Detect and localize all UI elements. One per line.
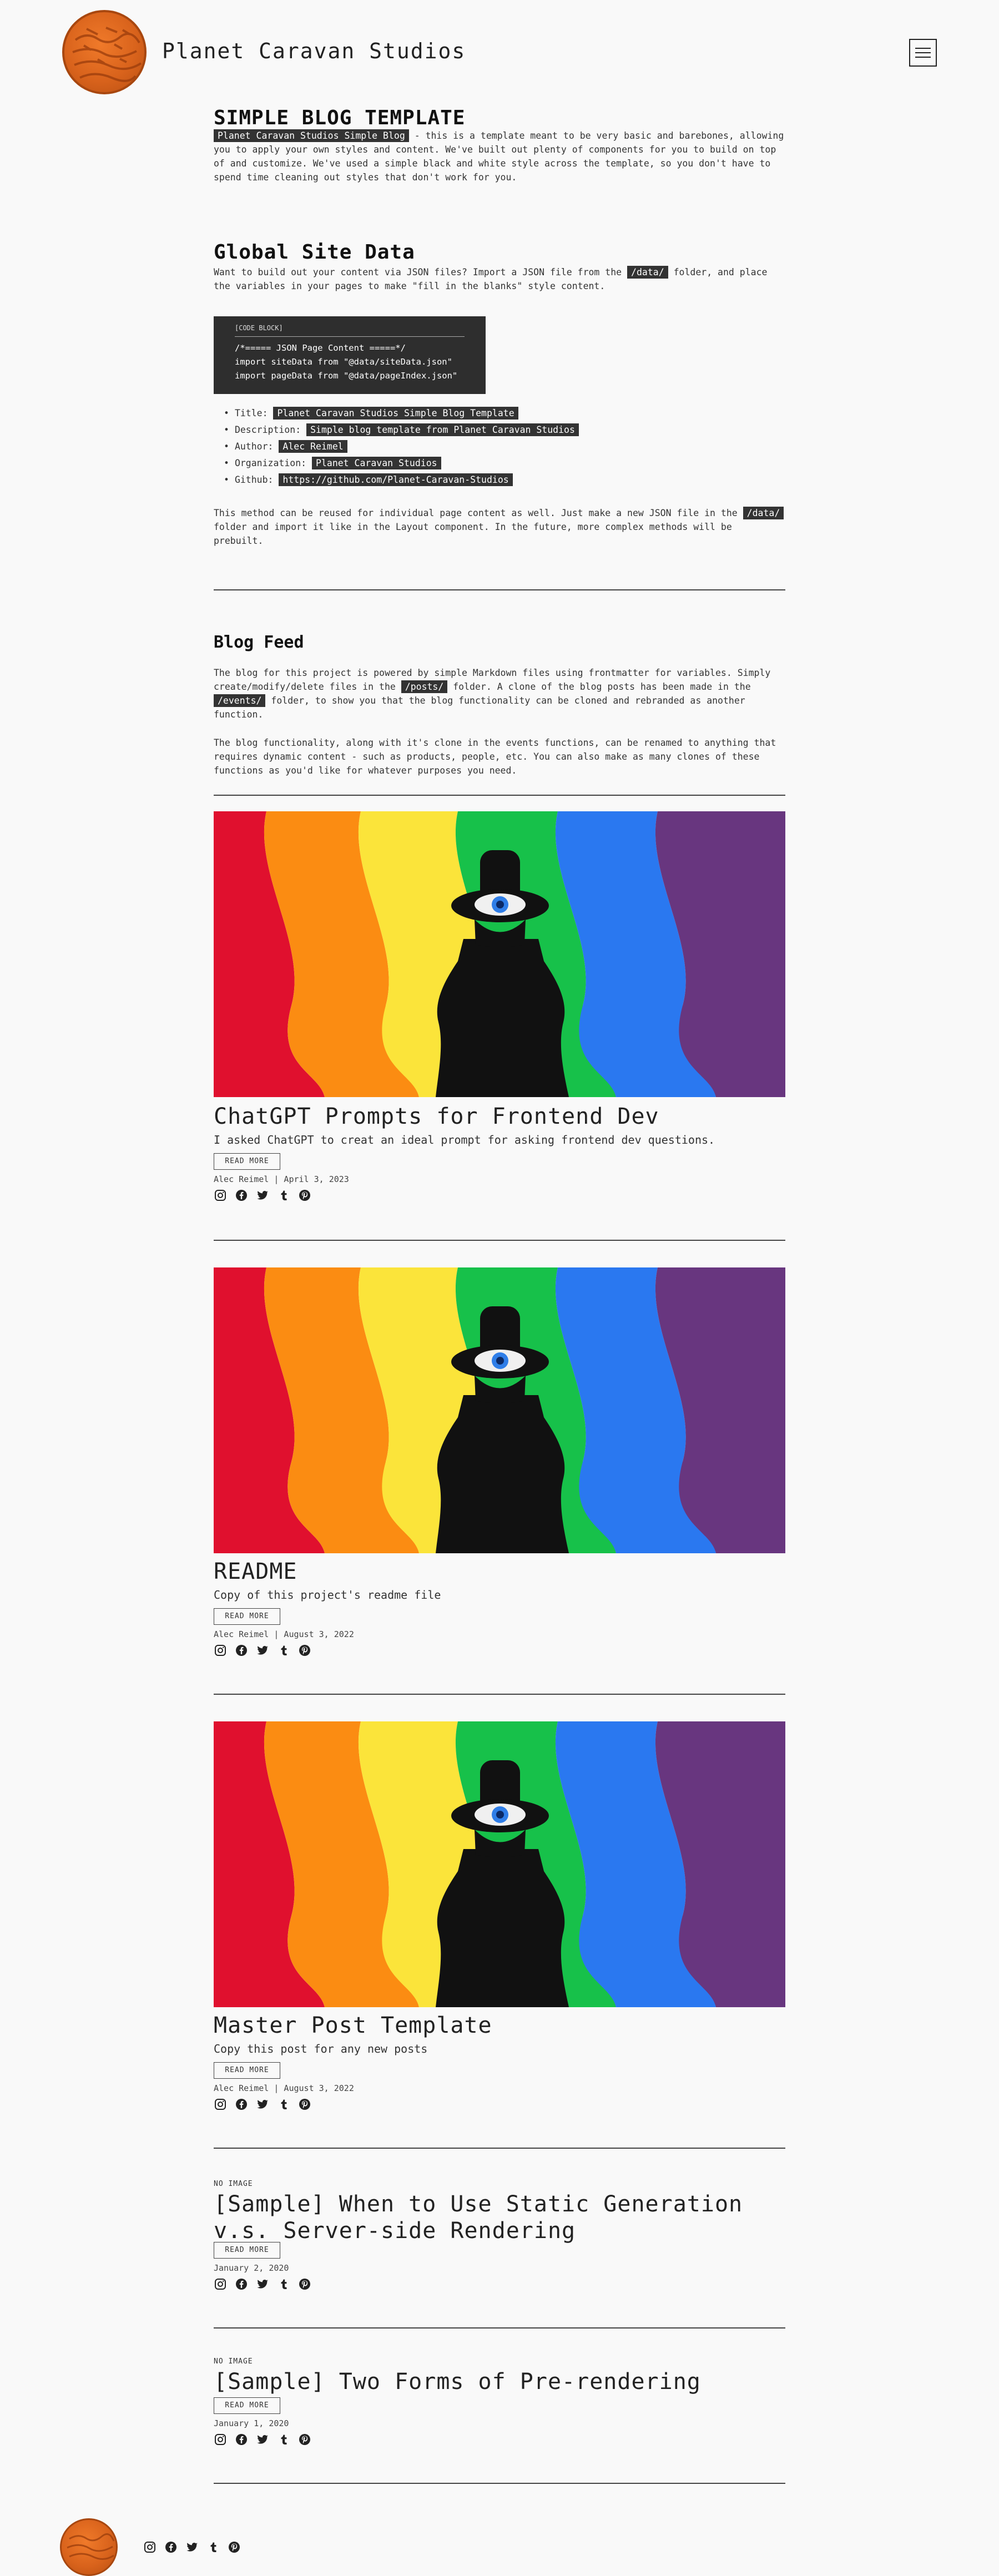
tumblr-icon[interactable] xyxy=(277,2098,290,2111)
post-title[interactable]: [Sample] Two Forms of Pre-rendering xyxy=(214,2368,701,2395)
pinterest-icon[interactable] xyxy=(228,2540,241,2554)
tumblr-icon[interactable] xyxy=(277,2277,290,2291)
post-meta: January 2, 2020 xyxy=(214,2263,289,2273)
divider xyxy=(214,589,785,590)
blog-feed-title: Blog Feed xyxy=(214,633,304,652)
tumblr-icon[interactable] xyxy=(277,1644,290,1657)
post-meta: Alec Reimel | April 3, 2023 xyxy=(214,1174,349,1184)
post-image[interactable] xyxy=(214,1267,785,1553)
blog-feed-paragraph-1: The blog for this project is powered by … xyxy=(214,668,771,720)
code-line: /*===== JSON Page Content =====*/ xyxy=(235,343,406,353)
code-block: [CODE BLOCK] /*===== JSON Page Content =… xyxy=(214,316,486,394)
divider xyxy=(214,1694,785,1695)
global-data-text-before: Want to build out your content via JSON … xyxy=(214,267,628,277)
tumblr-icon[interactable] xyxy=(277,1189,290,1202)
instagram-icon[interactable] xyxy=(143,2540,157,2554)
social-links xyxy=(214,1189,311,1202)
post-image[interactable] xyxy=(214,1721,785,2007)
page-title: SIMPLE BLOG TEMPLATE xyxy=(214,107,466,129)
divider xyxy=(214,2483,785,2484)
code-block-label: [CODE BLOCK] xyxy=(235,324,465,337)
divider xyxy=(214,1240,785,1241)
twitter-icon[interactable] xyxy=(256,2433,269,2446)
footer-social-links xyxy=(143,2540,241,2554)
tumblr-icon[interactable] xyxy=(277,2433,290,2446)
no-image-label: NO IMAGE xyxy=(214,2180,253,2188)
intro-highlight: Planet Caravan Studios Simple Blog xyxy=(214,129,409,142)
instagram-icon[interactable] xyxy=(214,2277,227,2291)
divider xyxy=(214,2327,785,2328)
pinterest-icon[interactable] xyxy=(298,1189,311,1202)
site-title[interactable]: Planet Caravan Studios xyxy=(162,39,466,63)
facebook-icon[interactable] xyxy=(235,2098,248,2111)
facebook-icon[interactable] xyxy=(235,1189,248,1202)
list-item: Author: Alec Reimel xyxy=(235,438,734,455)
post-description: I asked ChatGPT to creat an ideal prompt… xyxy=(214,1133,715,1146)
global-data-title: Global Site Data xyxy=(214,241,415,264)
footer-logo[interactable] xyxy=(60,2518,118,2576)
code-line: import pageData from "@data/pageIndex.js… xyxy=(235,371,458,381)
twitter-icon[interactable] xyxy=(256,1644,269,1657)
intro-paragraph: Planet Caravan Studios Simple Blog - thi… xyxy=(214,129,785,184)
global-data-paragraph: Want to build out your content via JSON … xyxy=(214,265,785,293)
list-item: Title: Planet Caravan Studios Simple Blo… xyxy=(235,405,734,422)
instagram-icon[interactable] xyxy=(214,1189,227,1202)
facebook-icon[interactable] xyxy=(235,1644,248,1657)
site-data-list: Title: Planet Caravan Studios Simple Blo… xyxy=(235,405,734,488)
facebook-icon[interactable] xyxy=(235,2433,248,2446)
twitter-icon[interactable] xyxy=(256,1189,269,1202)
social-links xyxy=(214,1644,311,1657)
list-item: Description: Simple blog template from P… xyxy=(235,422,734,438)
social-links xyxy=(214,2277,311,2291)
instagram-icon[interactable] xyxy=(214,2433,227,2446)
no-image-label: NO IMAGE xyxy=(214,2357,253,2366)
divider xyxy=(214,2148,785,2149)
facebook-icon[interactable] xyxy=(164,2540,178,2554)
blog-feed-paragraph-2: The blog functionality, along with it's … xyxy=(214,738,776,776)
post-description: Copy of this project's readme file xyxy=(214,1588,441,1602)
post-description: Copy this post for any new posts xyxy=(214,2042,428,2055)
post-title[interactable]: ChatGPT Prompts for Frontend Dev xyxy=(214,1103,659,1130)
post-title[interactable]: README xyxy=(214,1558,297,1585)
reuse-paragraph: This method can be reused for individual… xyxy=(214,506,785,548)
post-meta: Alec Reimel | August 3, 2022 xyxy=(214,2083,354,2093)
social-links xyxy=(214,2433,311,2446)
read-more-button[interactable]: READ MORE xyxy=(214,1608,280,1625)
post-title[interactable]: Master Post Template xyxy=(214,2012,492,2039)
pinterest-icon[interactable] xyxy=(298,1644,311,1657)
planet-caravan-logo[interactable] xyxy=(62,10,147,94)
post-meta: Alec Reimel | August 3, 2022 xyxy=(214,1629,354,1639)
tumblr-icon[interactable] xyxy=(206,2540,220,2554)
list-item: Organization: Planet Caravan Studios xyxy=(235,455,734,472)
post-meta: January 1, 2020 xyxy=(214,2418,289,2428)
social-links xyxy=(214,2098,311,2111)
read-more-button[interactable]: READ MORE xyxy=(214,2062,280,2079)
divider xyxy=(214,795,785,796)
instagram-icon[interactable] xyxy=(214,1644,227,1657)
pinterest-icon[interactable] xyxy=(298,2433,311,2446)
read-more-button[interactable]: READ MORE xyxy=(214,2397,280,2414)
pinterest-icon[interactable] xyxy=(298,2277,311,2291)
post-title[interactable]: [Sample] When to Use Static Generation v… xyxy=(214,2191,785,2244)
read-more-button[interactable]: READ MORE xyxy=(214,2242,280,2259)
twitter-icon[interactable] xyxy=(256,2098,269,2111)
twitter-icon[interactable] xyxy=(185,2540,199,2554)
site-header: Planet Caravan Studios xyxy=(0,0,999,105)
list-item: Github: https://github.com/Planet-Carava… xyxy=(235,472,734,488)
read-more-button[interactable]: READ MORE xyxy=(214,1153,280,1170)
data-folder-highlight: /data/ xyxy=(627,266,668,279)
hamburger-menu-icon[interactable] xyxy=(909,39,937,67)
instagram-icon[interactable] xyxy=(214,2098,227,2111)
post-image[interactable] xyxy=(214,811,785,1097)
code-line: import siteData from "@data/siteData.jso… xyxy=(235,357,452,367)
facebook-icon[interactable] xyxy=(235,2277,248,2291)
twitter-icon[interactable] xyxy=(256,2277,269,2291)
pinterest-icon[interactable] xyxy=(298,2098,311,2111)
